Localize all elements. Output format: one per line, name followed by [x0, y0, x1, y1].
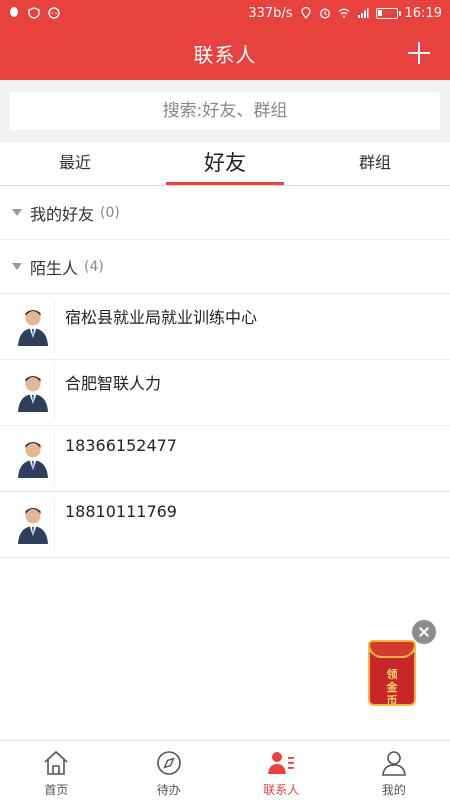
wifi-icon [338, 8, 349, 18]
avatar-icon [18, 442, 48, 478]
status-bar: 337b/s 16:19 [0, 0, 450, 26]
nav-home[interactable]: 首页 [0, 741, 113, 800]
group-label: 我的好友 [30, 204, 95, 224]
red-envelope-icon: 领 金 币 [368, 640, 416, 707]
nav-me[interactable]: 我的 [338, 741, 450, 800]
network-speed: 337b/s [248, 5, 293, 21]
alarm-icon [319, 8, 330, 19]
contact-item[interactable]: 18810111769 [0, 492, 450, 558]
search-input[interactable] [10, 92, 440, 130]
group-count: (4) [84, 258, 104, 275]
group-count: (0) [100, 204, 120, 221]
contact-name: 18366152477 [65, 436, 177, 455]
contact-tabs: 最近 好友 群组 [0, 142, 450, 186]
nav-label: 首页 [44, 783, 69, 797]
divider [54, 498, 55, 552]
tab-friends[interactable]: 好友 [150, 142, 300, 185]
shield-icon [28, 7, 40, 19]
nav-label: 联系人 [263, 783, 300, 797]
qq-icon [10, 7, 18, 17]
contacts-icon [268, 752, 295, 774]
status-time: 16:19 [404, 5, 442, 21]
avatar-icon [18, 376, 48, 412]
promo-text: 领 金 币 [386, 668, 398, 707]
search-bar [0, 80, 450, 142]
contact-item[interactable]: 宿松县就业局就业训练中心 [0, 294, 450, 360]
avatar-icon [18, 310, 48, 346]
divider [54, 300, 55, 354]
add-contact-button[interactable] [400, 34, 438, 72]
caret-down-icon [12, 209, 22, 216]
battery-icon [375, 7, 401, 19]
divider [54, 366, 55, 420]
floating-red-envelope[interactable]: 领 金 币 [364, 620, 436, 710]
home-icon [44, 750, 68, 775]
person-icon [381, 751, 406, 776]
nav-label: 待办 [156, 783, 181, 797]
contact-item[interactable]: 合肥智联人力 [0, 360, 450, 426]
chat-icon [48, 7, 60, 19]
nav-todo[interactable]: 待办 [113, 741, 226, 800]
bottom-nav: 首页 待办 联系人 我的 [0, 740, 450, 800]
compass-icon [156, 751, 181, 775]
nav-label: 我的 [381, 783, 406, 797]
contact-name: 宿松县就业局就业训练中心 [65, 308, 258, 327]
status-right-icons: 337b/s 16:19 [248, 6, 442, 21]
group-my-friends[interactable]: 我的好友 (0) [0, 186, 450, 240]
tab-groups[interactable]: 群组 [300, 142, 450, 185]
signal-icon [357, 8, 369, 18]
location-icon [300, 7, 311, 19]
close-icon[interactable] [412, 620, 436, 644]
contact-item[interactable]: 18366152477 [0, 426, 450, 492]
group-label: 陌生人 [30, 258, 79, 278]
tab-recent[interactable]: 最近 [0, 142, 150, 185]
app-bar: 联系人 [0, 26, 450, 80]
caret-down-icon [12, 263, 22, 270]
avatar-icon [18, 508, 48, 544]
page-title: 联系人 [193, 42, 257, 67]
divider [54, 432, 55, 486]
contact-name: 合肥智联人力 [65, 374, 162, 393]
nav-contacts[interactable]: 联系人 [225, 741, 338, 800]
envelope-flap [368, 640, 416, 658]
contact-list: 我的好友 (0) 陌生人 (4) 宿松县就业局就业训练中心 合肥智联人力 183… [0, 186, 450, 558]
contact-name: 18810111769 [65, 502, 177, 521]
status-left-icons [8, 7, 60, 19]
group-strangers[interactable]: 陌生人 (4) [0, 240, 450, 294]
